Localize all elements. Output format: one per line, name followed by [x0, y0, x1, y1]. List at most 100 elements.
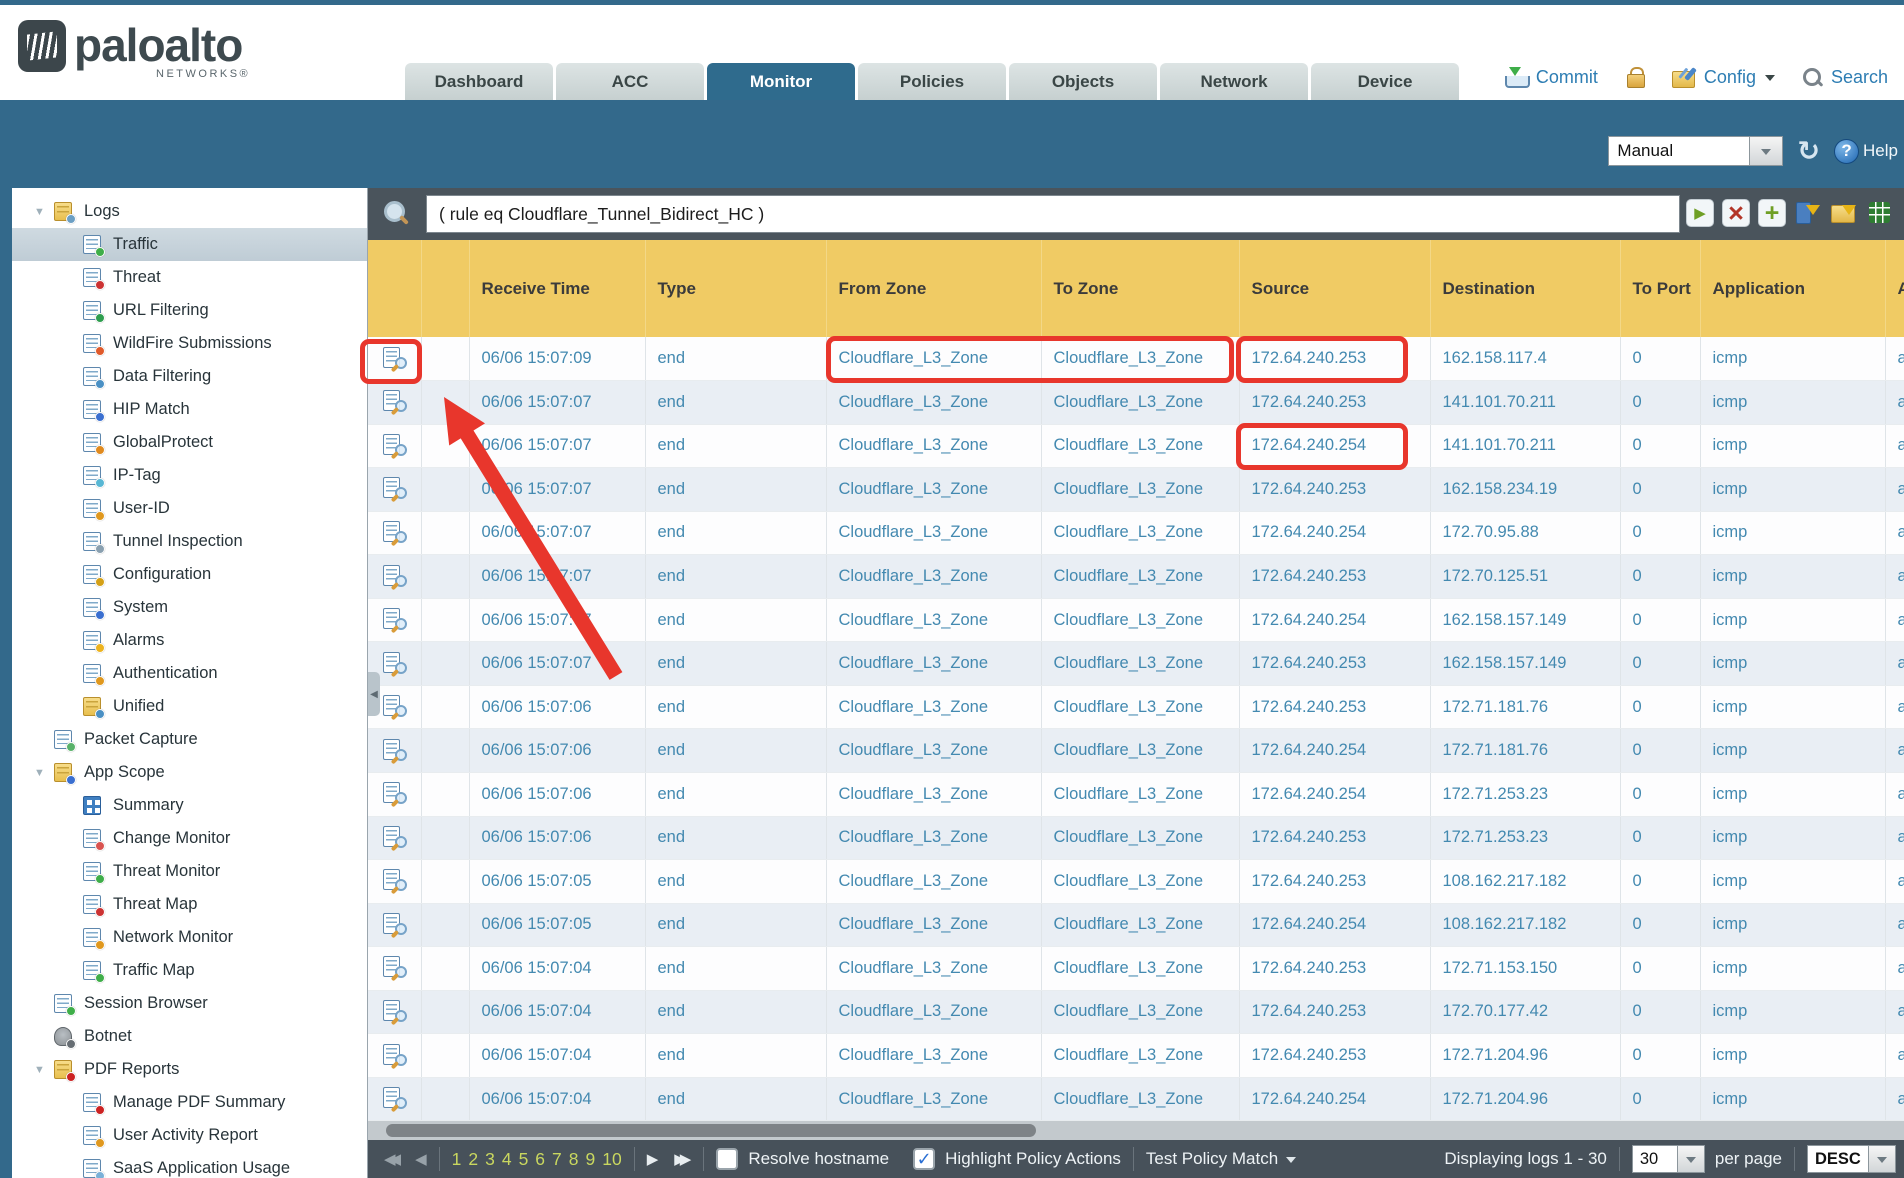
log-detail-icon[interactable] — [381, 564, 408, 590]
sidebar-item-user-activity-report[interactable]: ▼User Activity Report — [12, 1119, 367, 1152]
sidebar-item-pdf-reports[interactable]: ▼PDF Reports — [12, 1053, 367, 1086]
sidebar-item-summary[interactable]: ▼Summary — [12, 789, 367, 822]
last-page-button[interactable]: ▶▶ — [674, 1150, 691, 1168]
tab-device[interactable]: Device — [1311, 63, 1459, 100]
log-detail-icon[interactable] — [381, 825, 408, 851]
column-header-receive-time[interactable]: Receive Time — [469, 240, 645, 337]
sidebar-item-botnet[interactable]: ▼Botnet — [12, 1020, 367, 1053]
expander-icon[interactable]: ▼ — [34, 767, 50, 779]
column-header-a[interactable]: A — [1885, 240, 1904, 337]
sidebar-item-traffic[interactable]: ▼Traffic — [12, 228, 367, 261]
log-detail-icon[interactable] — [381, 781, 408, 807]
help-label[interactable]: Help — [1863, 141, 1898, 161]
log-detail-icon[interactable] — [381, 346, 408, 372]
refresh-mode-select[interactable]: Manual — [1608, 136, 1750, 166]
sidebar-item-threat-map[interactable]: ▼Threat Map — [12, 888, 367, 921]
log-detail-icon[interactable] — [381, 433, 408, 459]
sidebar-item-system[interactable]: ▼System — [12, 591, 367, 624]
commit-icon[interactable] — [1505, 67, 1527, 88]
sidebar-item-session-browser[interactable]: ▼Session Browser — [12, 987, 367, 1020]
page-number-5[interactable]: 5 — [519, 1149, 529, 1170]
sidebar-item-unified[interactable]: ▼Unified — [12, 690, 367, 723]
commit-link[interactable]: Commit — [1536, 67, 1598, 88]
sidebar-item-logs[interactable]: ▼Logs — [12, 195, 367, 228]
lock-icon[interactable] — [1626, 67, 1644, 88]
page-number-8[interactable]: 8 — [569, 1149, 579, 1170]
apply-filter-icon[interactable] — [1686, 199, 1714, 227]
sidebar-item-threat-monitor[interactable]: ▼Threat Monitor — [12, 855, 367, 888]
page-number-1[interactable]: 1 — [452, 1149, 462, 1170]
tab-acc[interactable]: ACC — [556, 63, 704, 100]
column-header-to-port[interactable]: To Port — [1620, 240, 1700, 337]
horizontal-scrollbar[interactable] — [368, 1121, 1904, 1140]
load-filter-icon[interactable] — [1830, 199, 1858, 227]
tab-dashboard[interactable]: Dashboard — [405, 63, 553, 100]
log-detail-icon[interactable] — [381, 389, 408, 415]
column-header-application[interactable]: Application — [1700, 240, 1885, 337]
next-page-button[interactable]: ▶ — [647, 1150, 659, 1168]
export-icon[interactable] — [1866, 199, 1894, 227]
page-number-4[interactable]: 4 — [502, 1149, 512, 1170]
scrollbar-thumb[interactable] — [386, 1124, 1036, 1137]
page-number-3[interactable]: 3 — [485, 1149, 495, 1170]
log-detail-icon[interactable] — [381, 912, 408, 938]
sort-order-caret[interactable] — [1869, 1145, 1896, 1173]
sidebar-item-threat[interactable]: ▼Threat — [12, 261, 367, 294]
sidebar-item-alarms[interactable]: ▼Alarms — [12, 624, 367, 657]
sidebar-item-tunnel-inspection[interactable]: ▼Tunnel Inspection — [12, 525, 367, 558]
page-number-9[interactable]: 9 — [586, 1149, 596, 1170]
sidebar-item-manage-pdf-summary[interactable]: ▼Manage PDF Summary — [12, 1086, 367, 1119]
prev-page-button[interactable]: ◀ — [415, 1150, 427, 1168]
test-policy-caret-icon[interactable] — [1286, 1157, 1296, 1168]
page-number-10[interactable]: 10 — [602, 1149, 621, 1170]
sidebar-item-user-id[interactable]: ▼User-ID — [12, 492, 367, 525]
refresh-mode-caret[interactable] — [1750, 136, 1783, 166]
log-detail-icon[interactable] — [381, 1043, 408, 1069]
per-page-caret[interactable] — [1678, 1145, 1705, 1173]
log-filter-input[interactable] — [426, 195, 1680, 233]
sidebar-collapse-handle[interactable]: ◀ — [368, 672, 380, 716]
sidebar-item-globalprotect[interactable]: ▼GlobalProtect — [12, 426, 367, 459]
sidebar-item-wildfire-submissions[interactable]: ▼WildFire Submissions — [12, 327, 367, 360]
tab-objects[interactable]: Objects — [1009, 63, 1157, 100]
column-header-to-zone[interactable]: To Zone — [1041, 240, 1239, 337]
config-caret-icon[interactable] — [1765, 75, 1775, 86]
config-link[interactable]: Config — [1704, 67, 1756, 88]
log-detail-icon[interactable] — [381, 694, 408, 720]
refresh-icon[interactable] — [1797, 138, 1820, 165]
log-detail-icon[interactable] — [381, 651, 408, 677]
sidebar-item-change-monitor[interactable]: ▼Change Monitor — [12, 822, 367, 855]
test-policy-match-button[interactable]: Test Policy Match — [1146, 1149, 1278, 1169]
column-header-source[interactable]: Source — [1239, 240, 1430, 337]
clear-filter-icon[interactable] — [1722, 199, 1750, 227]
first-page-button[interactable]: ◀◀ — [384, 1150, 401, 1168]
config-icon[interactable] — [1672, 67, 1695, 88]
highlight-policy-checkbox[interactable] — [913, 1148, 935, 1170]
log-detail-icon[interactable] — [381, 738, 408, 764]
log-detail-icon[interactable] — [381, 1086, 408, 1112]
column-header-destination[interactable]: Destination — [1430, 240, 1620, 337]
page-number-7[interactable]: 7 — [552, 1149, 562, 1170]
sidebar-item-hip-match[interactable]: ▼HIP Match — [12, 393, 367, 426]
tab-policies[interactable]: Policies — [858, 63, 1006, 100]
log-detail-icon[interactable] — [381, 607, 408, 633]
resolve-hostname-checkbox[interactable] — [716, 1148, 738, 1170]
column-header-from-zone[interactable]: From Zone — [826, 240, 1041, 337]
save-filter-icon[interactable] — [1794, 199, 1822, 227]
sidebar-item-configuration[interactable]: ▼Configuration — [12, 558, 367, 591]
log-detail-icon[interactable] — [381, 520, 408, 546]
expander-icon[interactable]: ▼ — [34, 206, 50, 218]
sidebar-item-app-scope[interactable]: ▼App Scope — [12, 756, 367, 789]
sidebar-item-network-monitor[interactable]: ▼Network Monitor — [12, 921, 367, 954]
per-page-select[interactable]: 30 — [1632, 1145, 1678, 1173]
sidebar-item-data-filtering[interactable]: ▼Data Filtering — [12, 360, 367, 393]
help-icon[interactable]: ? — [1834, 139, 1859, 164]
page-number-6[interactable]: 6 — [535, 1149, 545, 1170]
page-number-2[interactable]: 2 — [468, 1149, 478, 1170]
sort-order-select[interactable]: DESC — [1807, 1145, 1869, 1173]
add-filter-icon[interactable] — [1758, 199, 1786, 227]
tab-monitor[interactable]: Monitor — [707, 63, 855, 100]
sidebar-item-url-filtering[interactable]: ▼URL Filtering — [12, 294, 367, 327]
tab-network[interactable]: Network — [1160, 63, 1308, 100]
sidebar-item-packet-capture[interactable]: ▼Packet Capture — [12, 723, 367, 756]
